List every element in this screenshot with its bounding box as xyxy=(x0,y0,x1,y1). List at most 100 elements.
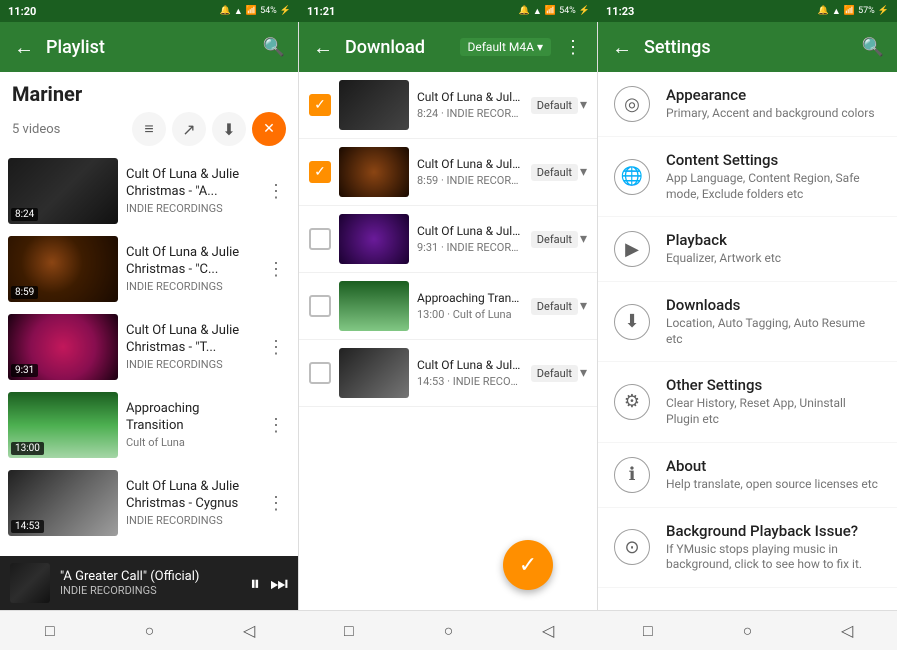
download-confirm-fab[interactable]: ✓ xyxy=(503,540,553,590)
status-time-right: 11:23 xyxy=(606,5,634,18)
playlist-search-button[interactable]: 🔍 xyxy=(258,31,290,63)
download-item[interactable]: Cult Of Luna & Julie Christmas - "T... 9… xyxy=(299,206,597,273)
video-item[interactable]: 8:59 Cult Of Luna & Julie Christmas - "C… xyxy=(0,230,298,308)
video-menu-button[interactable]: ⋮ xyxy=(262,177,290,205)
download-info: Cult Of Luna & Julie Christmas - "T... 9… xyxy=(417,224,523,255)
video-duration: 14:53 xyxy=(11,520,44,533)
download-checkbox[interactable]: ✓ xyxy=(309,94,331,116)
download-title: Cult Of Luna & Julie Christmas - "C... xyxy=(417,157,523,173)
playlist-sort-button[interactable]: ≡ xyxy=(132,112,166,146)
playlist-share-button[interactable]: ↗ xyxy=(172,112,206,146)
settings-search-button[interactable]: 🔍 xyxy=(857,31,889,63)
nav-square-button[interactable]: □ xyxy=(632,615,664,647)
download-item[interactable]: Approaching Transition 13:00 · Cult of L… xyxy=(299,273,597,340)
download-checkbox[interactable] xyxy=(309,228,331,250)
nav-square-button[interactable]: □ xyxy=(34,615,66,647)
format-dropdown[interactable]: Default M4A ▾ xyxy=(460,38,552,56)
nav-back-button[interactable]: ◁ xyxy=(233,615,265,647)
playlist-panel: ← Playlist 🔍 Mariner 5 videos ≡ ↗ xyxy=(0,22,299,610)
video-item[interactable]: 13:00 Approaching Transition Cult of Lun… xyxy=(0,386,298,464)
next-button[interactable]: ⏭ xyxy=(270,571,288,595)
format-button[interactable]: Default xyxy=(531,97,578,114)
download-title: Cult Of Luna & Julie Christmas - "A... xyxy=(417,90,523,106)
settings-item-subtitle: Primary, Accent and background colors xyxy=(666,106,881,122)
video-title: Cult Of Luna & Julie Christmas - Cygnus xyxy=(126,479,254,513)
nav-circle-button[interactable]: ○ xyxy=(133,615,165,647)
download-item[interactable]: ✓ Cult Of Luna & Julie Christmas - "A...… xyxy=(299,72,597,139)
status-icons-left: 🔔 ▲ 📶 54% ⚡ xyxy=(220,6,291,17)
nav-back-button[interactable]: ◁ xyxy=(532,615,564,647)
sort-icon: ≡ xyxy=(144,119,153,139)
download-back-button[interactable]: ← xyxy=(307,31,339,63)
settings-item-title: Appearance xyxy=(666,86,881,104)
video-menu-button[interactable]: ⋮ xyxy=(262,489,290,517)
now-playing-title: "A Greater Call" (Official) xyxy=(60,569,240,584)
square-icon: □ xyxy=(643,621,653,641)
playlist-download-button[interactable]: ⬇ xyxy=(212,112,246,146)
video-duration: 13:00 xyxy=(11,442,44,455)
nav-circle-button[interactable]: ○ xyxy=(432,615,464,647)
download-list: ✓ Cult Of Luna & Julie Christmas - "A...… xyxy=(299,72,597,610)
playlist-title: Mariner xyxy=(12,82,286,106)
video-item[interactable]: 14:53 Cult Of Luna & Julie Christmas - C… xyxy=(0,464,298,542)
playlist-back-button[interactable]: ← xyxy=(8,31,40,63)
format-button[interactable]: Default xyxy=(531,365,578,382)
playlist-count: 5 videos xyxy=(12,122,60,137)
triangle-icon: ◁ xyxy=(841,621,853,640)
nav-back-button[interactable]: ◁ xyxy=(831,615,863,647)
download-toolbar: ← Download Default M4A ▾ ⋮ xyxy=(299,22,597,72)
nav-circle-button[interactable]: ○ xyxy=(731,615,763,647)
settings-item-subtitle: Clear History, Reset App, Uninstall Plug… xyxy=(666,396,881,427)
nav-square-button[interactable]: □ xyxy=(333,615,365,647)
settings-item-about[interactable]: ℹ About Help translate, open source lice… xyxy=(598,443,897,508)
search-icon: 🔍 xyxy=(862,37,884,58)
now-playing-info: "A Greater Call" (Official) INDIE RECORD… xyxy=(60,569,240,597)
video-info: Cult Of Luna & Julie Christmas - "C... I… xyxy=(126,245,254,294)
status-icons-right: 🔔 ▲ 📶 57% ⚡ xyxy=(818,6,889,17)
playlist-close-button[interactable]: ✕ xyxy=(252,112,286,146)
status-icons-mid: 🔔 ▲ 📶 54% ⚡ xyxy=(519,6,590,17)
video-menu-button[interactable]: ⋮ xyxy=(262,333,290,361)
settings-item-playback[interactable]: ▶ Playback Equalizer, Artwork etc xyxy=(598,217,897,282)
status-time-left: 11:20 xyxy=(8,5,36,18)
circle-icon: ○ xyxy=(743,621,753,641)
video-menu-button[interactable]: ⋮ xyxy=(262,255,290,283)
other-settings-icon: ⚙ xyxy=(614,384,650,420)
settings-item-text: Playback Equalizer, Artwork etc xyxy=(666,231,881,267)
pause-button[interactable]: ⏸ xyxy=(250,571,260,595)
settings-item-text: About Help translate, open source licens… xyxy=(666,457,881,493)
download-menu-button[interactable]: ⋮ xyxy=(557,31,589,63)
format-button[interactable]: Default xyxy=(531,231,578,248)
video-duration: 9:31 xyxy=(11,364,38,377)
settings-item-text: Appearance Primary, Accent and backgroun… xyxy=(666,86,881,122)
download-panel: ← Download Default M4A ▾ ⋮ ✓ Cult Of Lun… xyxy=(299,22,598,610)
download-checkbox[interactable] xyxy=(309,362,331,384)
format-button[interactable]: Default xyxy=(531,298,578,315)
video-item[interactable]: 8:24 Cult Of Luna & Julie Christmas - "A… xyxy=(0,152,298,230)
video-menu-button[interactable]: ⋮ xyxy=(262,411,290,439)
format-button[interactable]: Default xyxy=(531,164,578,181)
settings-item-bg-issue[interactable]: ⊙ Background Playback Issue? If YMusic s… xyxy=(598,508,897,588)
format-chevron-icon: ▾ xyxy=(580,298,587,314)
settings-item-content[interactable]: 🌐 Content Settings App Language, Content… xyxy=(598,137,897,217)
settings-item-other[interactable]: ⚙ Other Settings Clear History, Reset Ap… xyxy=(598,362,897,442)
download-meta: 8:24 · INDIE RECORD... xyxy=(417,107,523,120)
settings-item-downloads[interactable]: ⬇ Downloads Location, Auto Tagging, Auto… xyxy=(598,282,897,362)
square-icon: □ xyxy=(45,621,55,641)
download-title: Cult Of Luna & Julie Christmas - C... xyxy=(417,358,523,374)
download-checkbox[interactable] xyxy=(309,295,331,317)
settings-item-text: Content Settings App Language, Content R… xyxy=(666,151,881,202)
download-thumbnail xyxy=(339,281,409,331)
settings-toolbar-title: Settings xyxy=(644,37,851,58)
download-item[interactable]: ✓ Cult Of Luna & Julie Christmas - "C...… xyxy=(299,139,597,206)
video-info: Approaching Transition Cult of Luna xyxy=(126,401,254,450)
video-item[interactable]: 9:31 Cult Of Luna & Julie Christmas - "T… xyxy=(0,308,298,386)
download-checkbox[interactable]: ✓ xyxy=(309,161,331,183)
settings-back-button[interactable]: ← xyxy=(606,31,638,63)
status-bar: 11:20 🔔 ▲ 📶 54% ⚡ 11:21 🔔 ▲ 📶 54% ⚡ 11:2… xyxy=(0,0,897,22)
about-icon: ℹ xyxy=(614,457,650,493)
download-item[interactable]: Cult Of Luna & Julie Christmas - C... 14… xyxy=(299,340,597,407)
video-duration: 8:59 xyxy=(11,286,38,299)
playback-icon: ▶ xyxy=(614,231,650,267)
settings-item-appearance[interactable]: ◎ Appearance Primary, Accent and backgro… xyxy=(598,72,897,137)
